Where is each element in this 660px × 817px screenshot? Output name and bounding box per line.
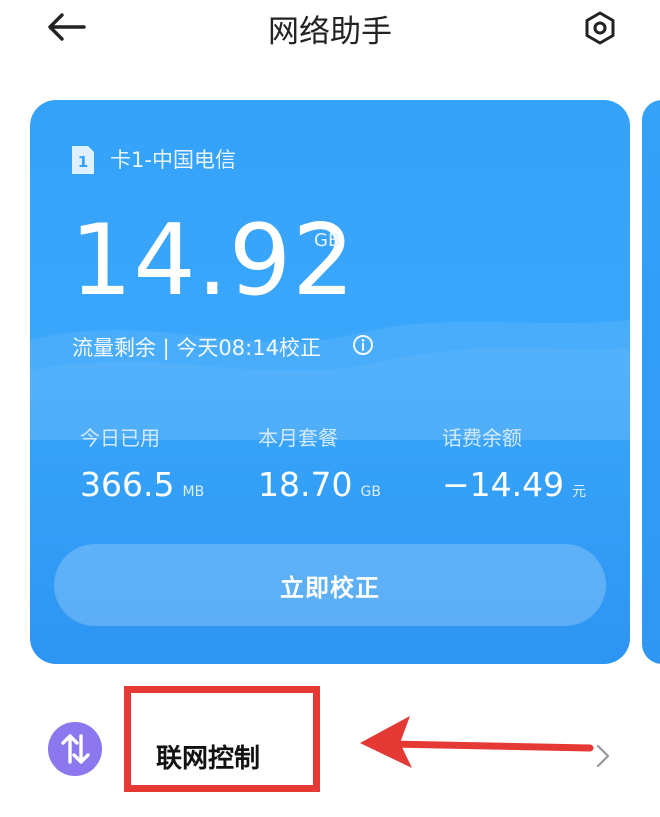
info-icon[interactable]: [352, 334, 374, 356]
stat-label: 今日已用: [80, 426, 160, 450]
chevron-right-icon: [596, 744, 610, 768]
next-card-peek[interactable]: [642, 100, 660, 664]
network-control-row[interactable]: 联网控制: [0, 686, 660, 817]
sim-name: 卡1-中国电信: [110, 148, 236, 172]
stat-label: 话费余额: [442, 426, 522, 450]
stat-today-used: 今日已用 366.5 MB: [80, 422, 204, 504]
stat-value: −14.49: [442, 465, 565, 504]
header: 网络助手: [0, 0, 660, 60]
stat-unit: MB: [182, 484, 205, 500]
up-down-arrows-icon: [48, 722, 102, 776]
stat-balance: 话费余额 −14.49 元: [442, 422, 586, 504]
sim-card-icon: 1: [72, 146, 94, 174]
stat-unit: 元: [572, 484, 587, 500]
remaining-data-unit: GB: [314, 230, 341, 251]
annotation-arrow-icon: [360, 716, 594, 768]
stat-value: 18.70: [258, 465, 353, 504]
svg-text:1: 1: [78, 153, 88, 171]
remaining-data-value: 14.92: [70, 204, 356, 318]
stat-label: 本月套餐: [258, 426, 338, 450]
annotation-highlight-box: [124, 686, 320, 792]
stat-value: 366.5: [80, 465, 175, 504]
remaining-status-text: 流量剩余 | 今天08:14校正: [72, 336, 321, 360]
data-card: 1 卡1-中国电信 14.92 GB 流量剩余 | 今天08:14校正 今日已用…: [30, 100, 630, 664]
calibrate-button[interactable]: 立即校正: [54, 544, 606, 626]
stat-monthly-plan: 本月套餐 18.70 GB: [258, 422, 381, 504]
gear-icon[interactable]: [582, 10, 618, 46]
wave-decoration: [30, 320, 630, 440]
page-title: 网络助手: [268, 14, 392, 50]
stat-unit: GB: [360, 484, 381, 500]
